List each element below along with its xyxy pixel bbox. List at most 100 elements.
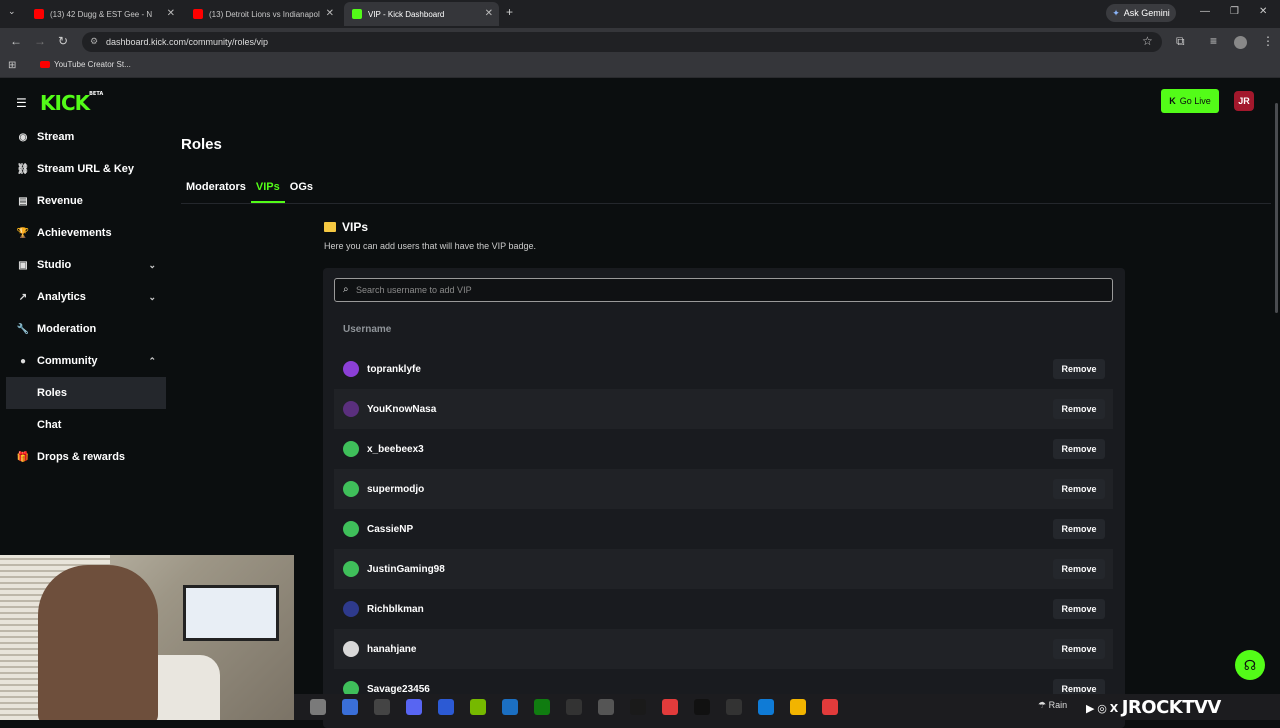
minimize-icon[interactable]: —: [1200, 6, 1210, 17]
search-box[interactable]: ⌕: [334, 278, 1113, 302]
user-avatar[interactable]: [343, 441, 359, 457]
bookmark-star-icon[interactable]: ☆: [1142, 34, 1153, 48]
page-scrollbar[interactable]: [1275, 103, 1278, 313]
chevron-down-icon[interactable]: ⌄: [148, 260, 156, 271]
taskbar-app-icon[interactable]: [438, 699, 454, 715]
user-avatar[interactable]: JR: [1234, 91, 1254, 111]
site-info-icon[interactable]: ⚙: [90, 36, 98, 47]
sidebar-item-community[interactable]: ● Community ⌃: [6, 345, 166, 377]
sidebar-item-analytics[interactable]: ↗ Analytics ⌄: [6, 281, 166, 313]
taskbar-app4-icon[interactable]: [726, 699, 742, 715]
ask-gemini-button[interactable]: ✦ Ask Gemini: [1106, 4, 1176, 22]
menu-icon[interactable]: ⋮: [1262, 34, 1274, 48]
maximize-icon[interactable]: ❐: [1230, 6, 1239, 17]
taskbar-app2-icon[interactable]: [630, 699, 646, 715]
taskbar-discord-icon[interactable]: [406, 699, 422, 715]
sidebar-item-stream-url-key[interactable]: ⛓ Stream URL & Key: [6, 153, 166, 185]
vip-username[interactable]: supermodjo: [367, 484, 424, 495]
taskbar-explorer-icon[interactable]: [310, 699, 326, 715]
tab-vips[interactable]: VIPs: [250, 175, 285, 203]
user-avatar[interactable]: [343, 481, 359, 497]
vip-row: JustinGaming98 Remove: [334, 549, 1113, 589]
close-icon[interactable]: ✕: [167, 8, 175, 19]
apps-icon[interactable]: ⊞: [8, 60, 16, 71]
chevron-up-icon[interactable]: ⌃: [148, 356, 156, 367]
remove-vip-button[interactable]: Remove: [1053, 479, 1105, 499]
tab-moderators[interactable]: Moderators: [181, 175, 251, 203]
go-live-button[interactable]: K Go Live: [1161, 89, 1219, 113]
taskbar-mail-icon[interactable]: [342, 699, 358, 715]
new-tab-button[interactable]: +: [506, 5, 513, 19]
taskbar-edge-icon[interactable]: [758, 699, 774, 715]
sidebar-item-studio[interactable]: ▣ Studio ⌄: [6, 249, 166, 281]
vip-username[interactable]: CassieNP: [367, 524, 413, 535]
taskbar-tiktok-icon[interactable]: [694, 699, 710, 715]
hamburger-menu-icon[interactable]: ☰: [16, 96, 27, 110]
tab-ogs[interactable]: OGs: [285, 175, 318, 203]
window-close-icon[interactable]: ✕: [1259, 6, 1267, 17]
taskbar-chrome-icon[interactable]: [790, 699, 806, 715]
taskbar-steam-icon[interactable]: [502, 699, 518, 715]
person-head: [38, 565, 158, 720]
browser-tab-2[interactable]: (13) Detroit Lions vs Indianapol ✕: [185, 2, 340, 26]
user-avatar[interactable]: [343, 561, 359, 577]
remove-vip-button[interactable]: Remove: [1053, 399, 1105, 419]
vip-row: CassieNP Remove: [334, 509, 1113, 549]
vip-username[interactable]: Richblkman: [367, 604, 424, 615]
taskbar-capcut-icon[interactable]: [566, 699, 582, 715]
close-icon[interactable]: ✕: [326, 8, 334, 19]
remove-vip-button[interactable]: Remove: [1053, 439, 1105, 459]
taskbar-xbox-icon[interactable]: [534, 699, 550, 715]
media-icon[interactable]: ≡: [1210, 34, 1217, 48]
vip-username[interactable]: x_beebeex3: [367, 444, 424, 455]
forward-icon[interactable]: →: [34, 34, 46, 48]
search-input[interactable]: [356, 282, 1096, 298]
browser-tab-3[interactable]: VIP - Kick Dashboard ✕: [344, 2, 499, 26]
vip-username[interactable]: JustinGaming98: [367, 564, 445, 575]
user-avatar[interactable]: [343, 401, 359, 417]
vip-username[interactable]: YouKnowNasa: [367, 404, 436, 415]
back-icon[interactable]: ←: [10, 34, 22, 48]
sidebar-item-moderation[interactable]: 🔧 Moderation: [6, 313, 166, 345]
close-icon[interactable]: ✕: [485, 8, 493, 19]
bookmark-youtube-studio[interactable]: YouTube Creator St...: [40, 60, 131, 69]
taskbar-app5-icon[interactable]: [822, 699, 838, 715]
profile-avatar[interactable]: [1234, 36, 1247, 49]
taskbar-nvidia-icon[interactable]: [470, 699, 486, 715]
beta-tag: BETA: [89, 91, 104, 97]
vip-username[interactable]: Savage23456: [367, 684, 430, 695]
taskbar-obs-icon[interactable]: [598, 699, 614, 715]
sidebar-item-drops-rewards[interactable]: 🎁 Drops & rewards: [6, 441, 166, 473]
reload-icon[interactable]: ↻: [58, 34, 68, 48]
vip-crown-icon: [324, 222, 336, 232]
taskbar-app3-icon[interactable]: [662, 699, 678, 715]
channel-watermark: ▶ ◎ X JROCKTVV: [1086, 697, 1221, 718]
browser-tab-1[interactable]: (13) 42 Dugg & EST Gee - N ✕: [26, 2, 181, 26]
user-avatar[interactable]: [343, 601, 359, 617]
sidebar-item-revenue[interactable]: ▤ Revenue: [6, 185, 166, 217]
chevron-down-icon[interactable]: ⌄: [148, 292, 156, 303]
user-avatar[interactable]: [343, 641, 359, 657]
sidebar-item-achievements[interactable]: 🏆 Achievements: [6, 217, 166, 249]
vip-panel: ⌕ Username topranklyfe Remove YouKnowNasa R…: [323, 268, 1125, 728]
remove-vip-button[interactable]: Remove: [1053, 639, 1105, 659]
user-avatar[interactable]: [343, 361, 359, 377]
remove-vip-button[interactable]: Remove: [1053, 359, 1105, 379]
vip-username[interactable]: topranklyfe: [367, 364, 421, 375]
tab-search-icon[interactable]: ⌄: [8, 6, 16, 17]
sidebar-item-roles[interactable]: Roles: [6, 377, 166, 409]
weather-status[interactable]: ☂ Rain: [1038, 700, 1067, 711]
taskbar-epic-icon[interactable]: [374, 699, 390, 715]
help-chat-button[interactable]: ☊: [1235, 650, 1265, 680]
vip-username[interactable]: hanahjane: [367, 644, 416, 655]
kick-logo[interactable]: KICKBETA: [40, 91, 103, 115]
remove-vip-button[interactable]: Remove: [1053, 559, 1105, 579]
sidebar-item-chat[interactable]: Chat: [6, 409, 166, 441]
roles-tabs: Moderators VIPs OGs: [181, 175, 318, 203]
remove-vip-button[interactable]: Remove: [1053, 519, 1105, 539]
url-field[interactable]: ⚙ dashboard.kick.com/community/roles/vip: [82, 32, 1162, 52]
remove-vip-button[interactable]: Remove: [1053, 599, 1105, 619]
extensions-icon[interactable]: ⧉: [1176, 34, 1185, 49]
sidebar-item-stream[interactable]: ◉ Stream: [6, 121, 166, 153]
user-avatar[interactable]: [343, 521, 359, 537]
